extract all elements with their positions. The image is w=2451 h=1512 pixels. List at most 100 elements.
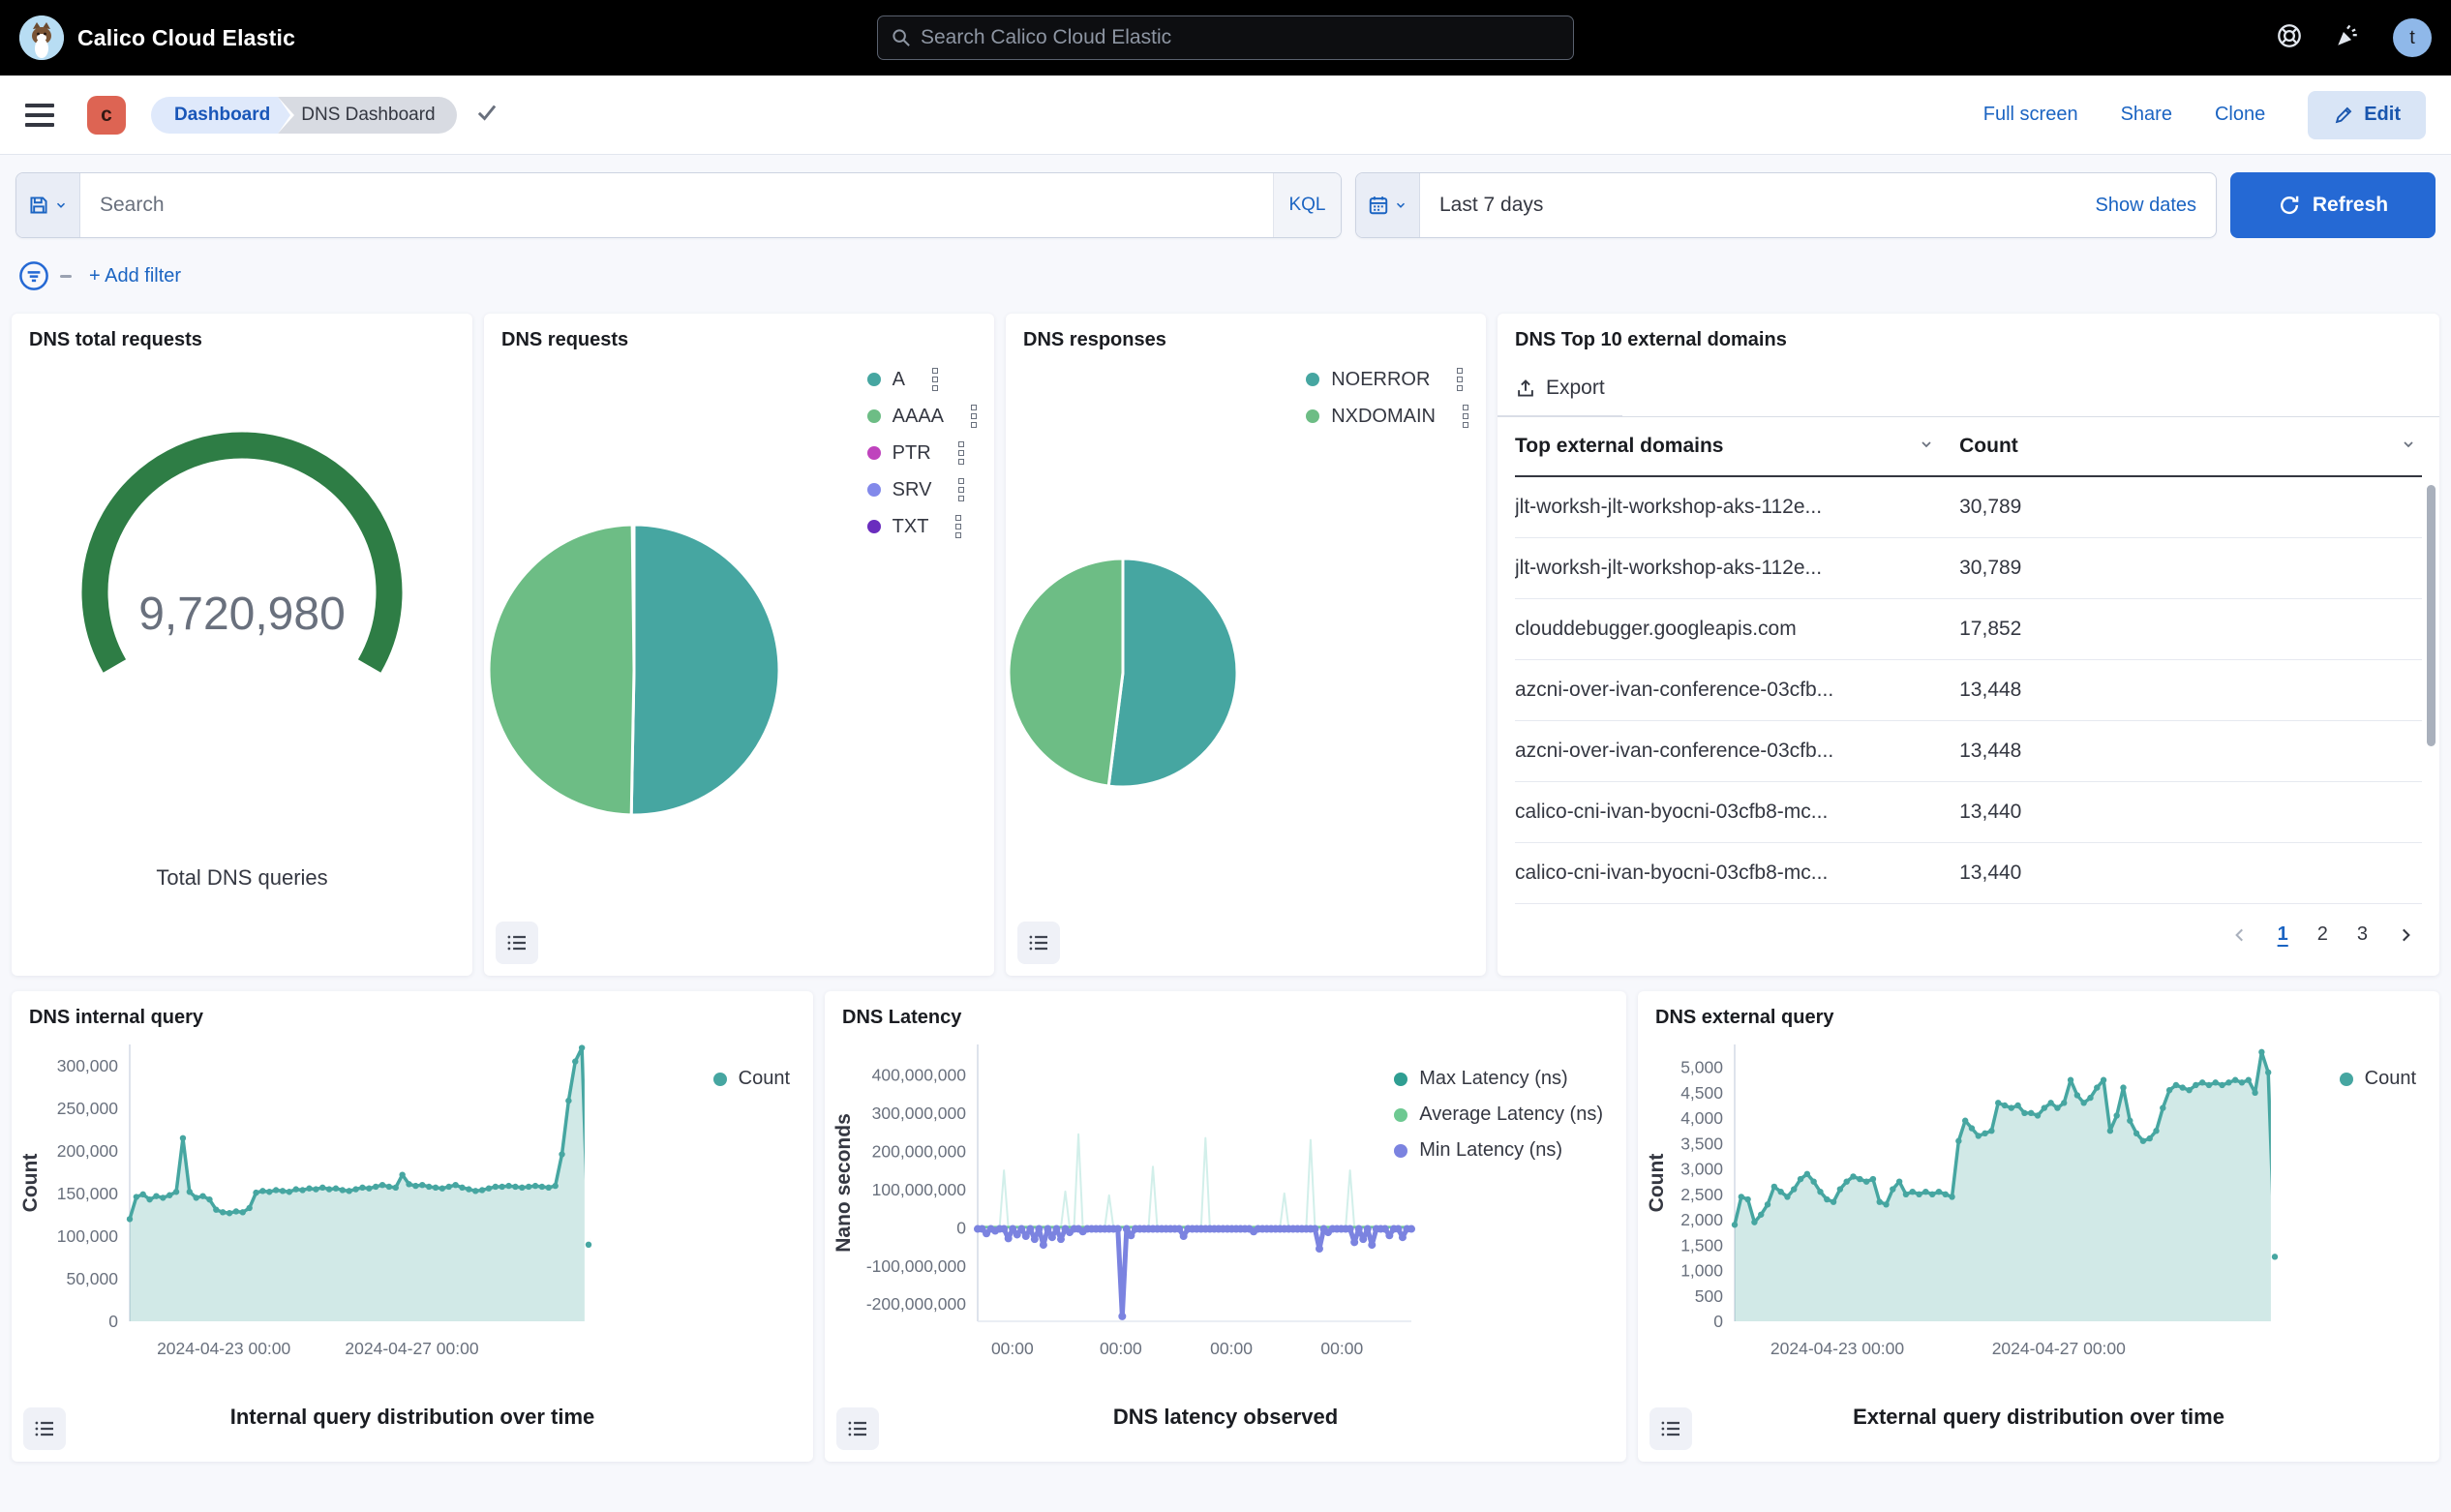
chevron-down-icon[interactable] bbox=[2401, 435, 2416, 458]
legend-actions-icon[interactable] bbox=[971, 405, 977, 428]
space-avatar[interactable]: c bbox=[87, 96, 126, 135]
legend-item[interactable]: NXDOMAIN bbox=[1306, 405, 1468, 428]
edit-button[interactable]: Edit bbox=[2308, 91, 2426, 139]
legend-actions-icon[interactable] bbox=[955, 515, 961, 538]
export-button[interactable]: Export bbox=[1498, 351, 1622, 416]
newsfeed-cheer-icon[interactable] bbox=[2335, 23, 2360, 53]
count-cell: 13,448 bbox=[1959, 660, 2422, 720]
legend-item[interactable]: Max Latency (ns) bbox=[1394, 1068, 1603, 1090]
legend-label: NOERROR bbox=[1331, 369, 1430, 391]
legend-item[interactable]: TXT bbox=[867, 515, 977, 538]
menu-icon[interactable] bbox=[25, 104, 54, 127]
legend-actions-icon[interactable] bbox=[958, 478, 964, 501]
save-icon bbox=[28, 195, 49, 216]
legend-label: Count bbox=[2365, 1068, 2416, 1090]
app-logo-icon[interactable] bbox=[19, 15, 64, 60]
svg-text:300,000: 300,000 bbox=[57, 1056, 119, 1075]
date-picker-menu-button[interactable] bbox=[1356, 173, 1420, 237]
next-page-button[interactable] bbox=[2397, 926, 2414, 944]
list-icon bbox=[846, 1417, 869, 1440]
legend-actions-icon[interactable] bbox=[932, 368, 938, 391]
legend-item[interactable]: AAAA bbox=[867, 405, 977, 428]
pie-chart-dns-responses[interactable] bbox=[1006, 556, 1240, 795]
pie-slice-NOERROR[interactable] bbox=[1108, 559, 1237, 787]
share-button[interactable]: Share bbox=[2121, 104, 2172, 126]
legend-dot-icon bbox=[867, 373, 881, 386]
svg-text:2024-04-27 00:00: 2024-04-27 00:00 bbox=[1992, 1339, 2126, 1358]
x-axis-title: Internal query distribution over time bbox=[12, 1405, 813, 1430]
legend-item[interactable]: SRV bbox=[867, 478, 977, 501]
page-number-3[interactable]: 3 bbox=[2357, 923, 2368, 946]
pie-slice-NXDOMAIN[interactable] bbox=[1009, 559, 1123, 786]
table-scrollbar[interactable] bbox=[2427, 485, 2436, 746]
list-icon bbox=[1659, 1417, 1682, 1440]
page-number-2[interactable]: 2 bbox=[2317, 923, 2328, 946]
panel-title: DNS requests bbox=[484, 314, 994, 351]
legend-actions-icon[interactable] bbox=[1463, 405, 1468, 428]
svg-text:Count: Count bbox=[19, 1154, 42, 1213]
area-chart-external-query[interactable]: Count05001,0001,5002,0002,5003,0003,5004… bbox=[1638, 1029, 2439, 1375]
pie-slice-A[interactable] bbox=[631, 525, 779, 815]
app-title: Calico Cloud Elastic bbox=[77, 25, 295, 51]
legend-item[interactable]: A bbox=[867, 368, 977, 391]
column-header-count[interactable]: Count bbox=[1959, 417, 2422, 475]
global-search-input[interactable] bbox=[921, 26, 1559, 49]
legend-dot-icon bbox=[1394, 1144, 1407, 1158]
column-header-domains[interactable]: Top external domains bbox=[1515, 417, 1959, 475]
pie-slice-AAAA[interactable] bbox=[489, 525, 634, 815]
list-icon bbox=[1027, 931, 1050, 954]
x-axis-title: DNS latency observed bbox=[825, 1405, 1626, 1430]
legend-item[interactable]: NOERROR bbox=[1306, 368, 1468, 391]
table-row: jlt-worksh-jlt-workshop-aks-112e...30,78… bbox=[1515, 477, 2422, 538]
refresh-button[interactable]: Refresh bbox=[2230, 172, 2436, 238]
table-row: calico-cni-ivan-byocni-03cfb8-mc...13,44… bbox=[1515, 843, 2422, 904]
page-number-1[interactable]: 1 bbox=[2278, 923, 2288, 946]
legend-item[interactable]: Min Latency (ns) bbox=[1394, 1139, 1603, 1162]
global-search[interactable] bbox=[877, 15, 1574, 60]
gauge-chart[interactable]: 9,720,980 bbox=[53, 420, 431, 715]
panel-options-button[interactable] bbox=[496, 922, 538, 964]
panel-dns-requests: DNS requests AAAAAPTRSRVTXT bbox=[484, 314, 994, 976]
app-header: Calico Cloud Elastic t bbox=[0, 0, 2451, 76]
panel-options-button[interactable] bbox=[23, 1407, 66, 1450]
legend-dot-icon bbox=[2340, 1073, 2353, 1086]
time-range-value[interactable]: Last 7 days bbox=[1420, 173, 2075, 237]
query-bar: KQL Last 7 days Show dates Refresh bbox=[0, 155, 2451, 238]
legend-item[interactable]: Count bbox=[2340, 1068, 2416, 1090]
svg-text:4,500: 4,500 bbox=[1680, 1083, 1723, 1103]
fullscreen-button[interactable]: Full screen bbox=[1983, 104, 2078, 126]
svg-text:4,000: 4,000 bbox=[1680, 1108, 1723, 1128]
pie-chart-dns-requests[interactable] bbox=[486, 522, 782, 823]
breadcrumb-current[interactable]: DNS Dashboard bbox=[272, 97, 456, 134]
query-search-input[interactable] bbox=[100, 194, 1254, 217]
header-actions: t bbox=[1890, 18, 2432, 57]
add-filter-button[interactable]: + Add filter bbox=[89, 265, 181, 287]
user-avatar[interactable]: t bbox=[2393, 18, 2432, 57]
area-chart-internal-query[interactable]: Count050,000100,000150,000200,000250,000… bbox=[12, 1029, 813, 1375]
help-icon[interactable] bbox=[2277, 23, 2302, 53]
legend-actions-icon[interactable] bbox=[958, 441, 964, 465]
legend-item[interactable]: Average Latency (ns) bbox=[1394, 1104, 1603, 1126]
panel-options-button[interactable] bbox=[1017, 922, 1060, 964]
check-icon bbox=[474, 100, 499, 130]
legend-dot-icon bbox=[1306, 409, 1319, 423]
panel-options-button[interactable] bbox=[1649, 1407, 1692, 1450]
filter-icon[interactable] bbox=[17, 259, 50, 292]
legend-dot-icon bbox=[867, 446, 881, 460]
table-row: azcni-over-ivan-conference-03cfb...13,44… bbox=[1515, 660, 2422, 721]
chevron-down-icon[interactable] bbox=[1919, 435, 1934, 458]
legend-actions-icon[interactable] bbox=[1457, 368, 1463, 391]
prev-page-button[interactable] bbox=[2231, 926, 2249, 944]
svg-text:-100,000,000: -100,000,000 bbox=[866, 1256, 966, 1276]
svg-text:3,000: 3,000 bbox=[1680, 1160, 1723, 1179]
panel-options-button[interactable] bbox=[836, 1407, 879, 1450]
legend-item[interactable]: Count bbox=[713, 1068, 790, 1090]
breadcrumb-dashboard[interactable]: Dashboard bbox=[151, 97, 278, 134]
kql-toggle[interactable]: KQL bbox=[1273, 173, 1341, 237]
legend-item[interactable]: PTR bbox=[867, 441, 977, 465]
svg-text:2024-04-23 00:00: 2024-04-23 00:00 bbox=[157, 1339, 290, 1358]
clone-button[interactable]: Clone bbox=[2215, 104, 2265, 126]
show-dates-button[interactable]: Show dates bbox=[2075, 173, 2216, 237]
saved-query-menu-button[interactable] bbox=[16, 173, 80, 237]
panel-dns-top-domains: DNS Top 10 external domains Export Top e… bbox=[1498, 314, 2439, 976]
